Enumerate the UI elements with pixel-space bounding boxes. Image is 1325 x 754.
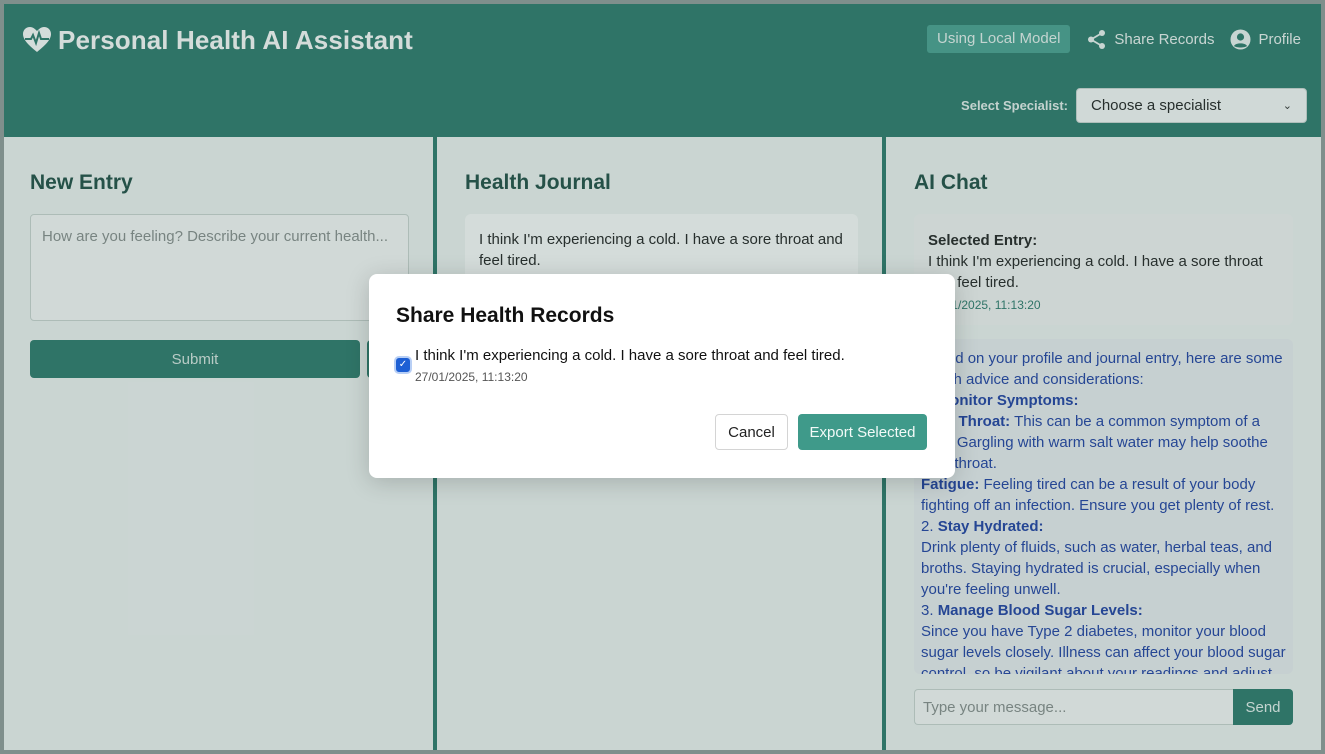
cancel-button[interactable]: Cancel	[715, 414, 788, 450]
record-option[interactable]: ✓ I think I'm experiencing a cold. I hav…	[396, 347, 845, 384]
checkmark-icon: ✓	[398, 359, 408, 370]
record-text: I think I'm experiencing a cold. I have …	[415, 347, 845, 364]
app-window: Personal Health AI Assistant Using Local…	[4, 4, 1321, 750]
record-checkbox[interactable]: ✓	[396, 358, 410, 372]
share-records-modal: Share Health Records ✓ I think I'm exper…	[369, 274, 955, 478]
modal-title: Share Health Records	[396, 304, 615, 327]
record-details: I think I'm experiencing a cold. I have …	[415, 347, 845, 384]
export-selected-button[interactable]: Export Selected	[798, 414, 927, 450]
record-date: 27/01/2025, 11:13:20	[415, 370, 528, 384]
